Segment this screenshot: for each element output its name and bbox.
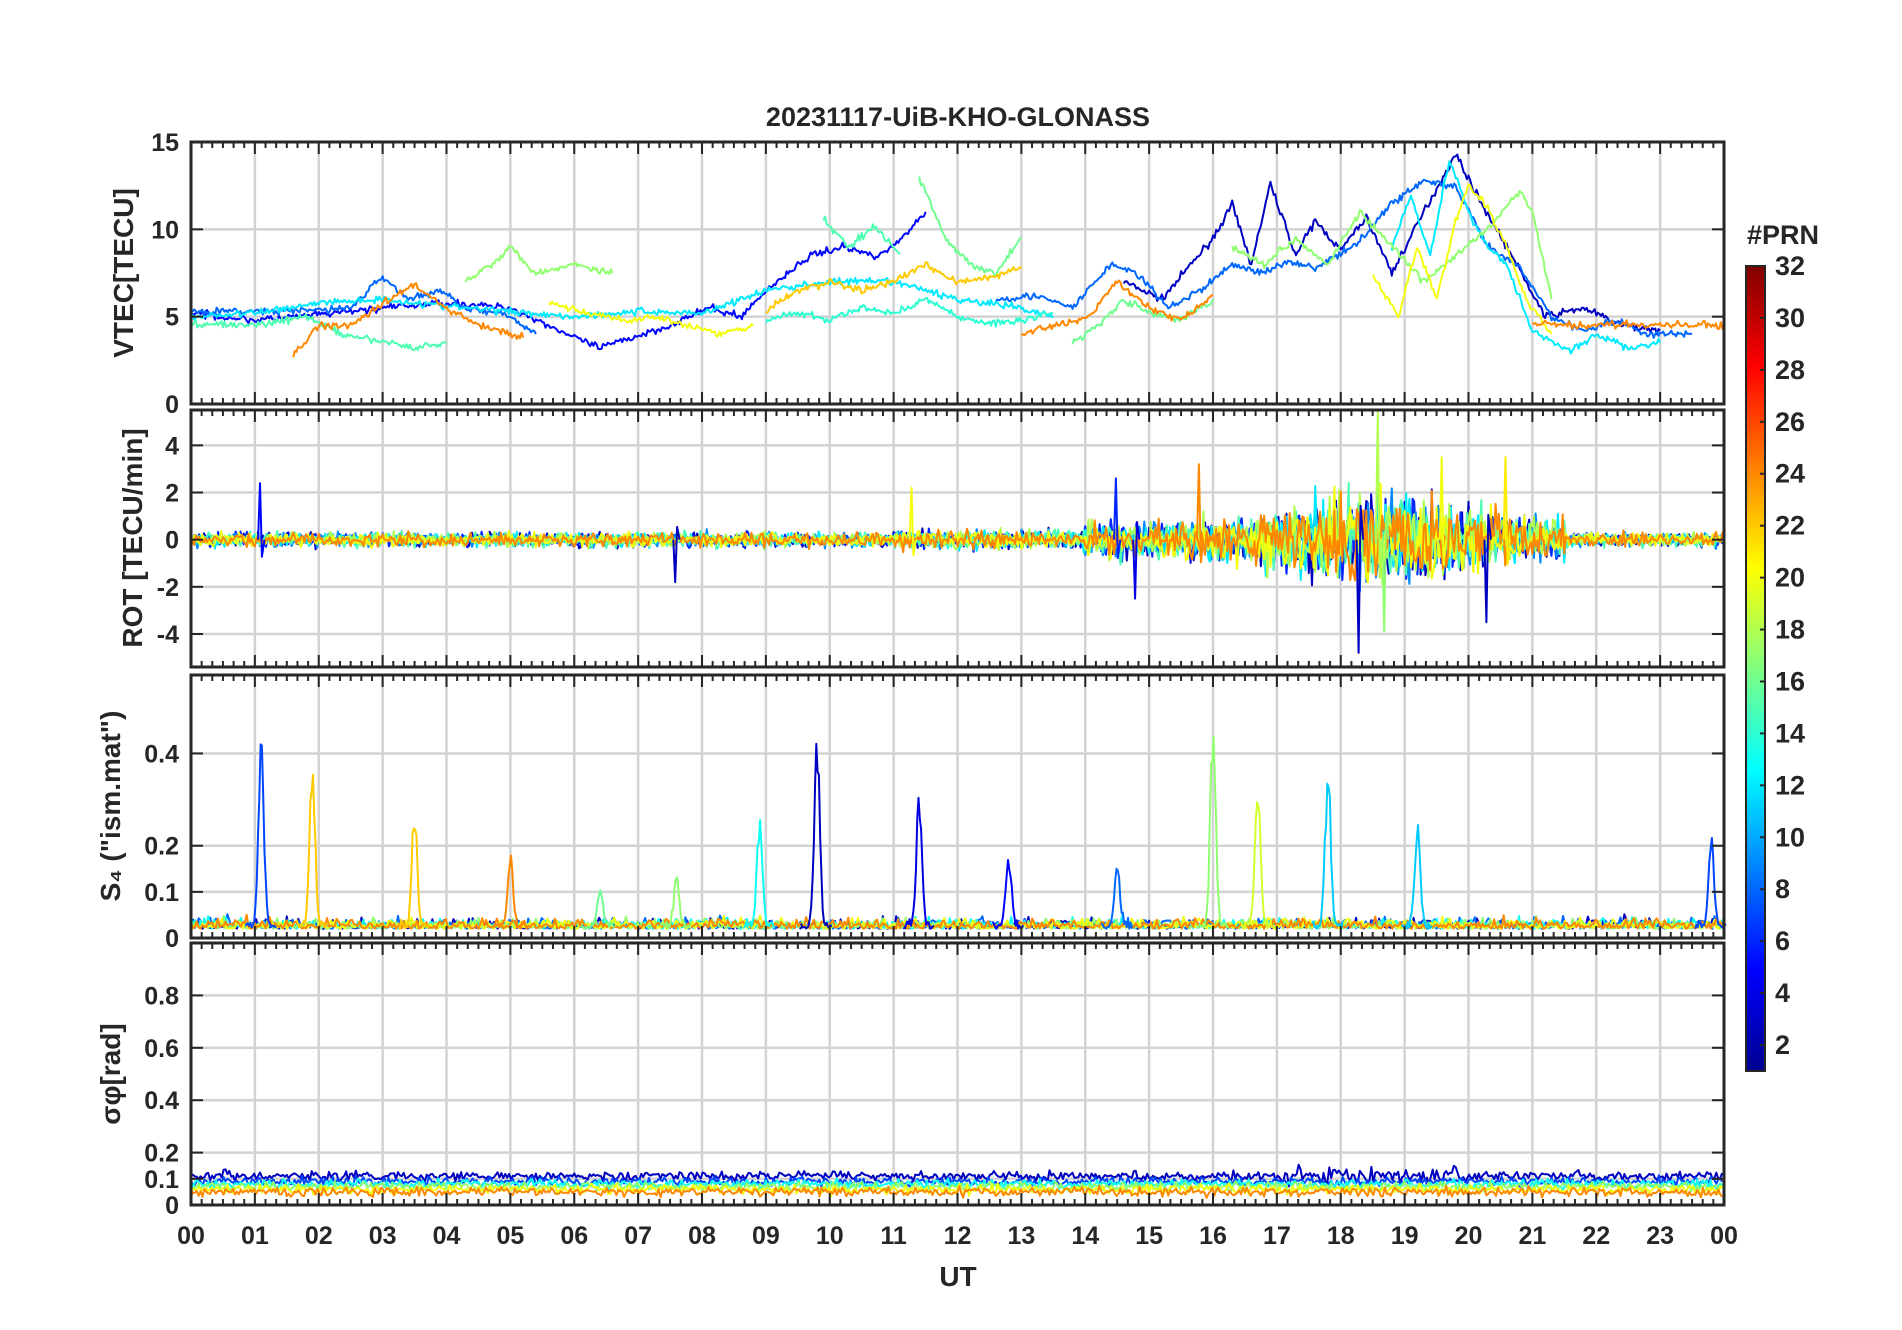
x-tick-label: 10 <box>816 1222 844 1250</box>
x-tick-label: 22 <box>1582 1222 1610 1250</box>
x-tick-label: 15 <box>1135 1222 1163 1250</box>
x-tick-label: 23 <box>1646 1222 1674 1250</box>
y-tick-label: 4 <box>165 432 179 460</box>
y-tick-label: -4 <box>157 621 179 649</box>
x-tick-label: 18 <box>1327 1222 1355 1250</box>
y-tick-label: -2 <box>157 574 179 602</box>
x-tick-label: 07 <box>624 1222 652 1250</box>
y-tick-label: 0 <box>165 391 179 419</box>
figure: 20231117-UiB-KHO-GLONASS 051015 VTEC[TEC… <box>0 0 1902 1330</box>
x-tick-label: 13 <box>1007 1222 1035 1250</box>
y-tick-label: 0.2 <box>144 833 179 861</box>
x-tick-label: 01 <box>241 1222 269 1250</box>
y-tick-label: 0.6 <box>144 1035 179 1063</box>
x-tick-label: 00 <box>1710 1222 1738 1250</box>
y-tick-label: 0 <box>165 925 179 953</box>
sigma-ylabel: σφ[rad] <box>95 1023 126 1124</box>
x-tick-label: 06 <box>560 1222 588 1250</box>
chart-title: 20231117-UiB-KHO-GLONASS <box>766 102 1150 132</box>
colorbar-tick-label: 24 <box>1775 459 1805 489</box>
x-tick-label: 14 <box>1071 1222 1099 1250</box>
colorbar-tick-label: 10 <box>1775 822 1805 852</box>
y-tick-label: 0.1 <box>144 1166 179 1194</box>
x-tick-label: 21 <box>1518 1222 1546 1250</box>
colorbar-tick-label: 20 <box>1775 563 1805 593</box>
y-tick-label: 0.2 <box>144 1140 179 1168</box>
colorbar-tick-label: 12 <box>1775 770 1805 800</box>
y-tick-label: 2 <box>165 480 179 508</box>
x-tick-label: 12 <box>944 1222 972 1250</box>
colorbar-tick-label: 8 <box>1775 874 1790 904</box>
colorbar-tick-label: 14 <box>1775 718 1805 748</box>
y-tick-label: 0.4 <box>144 740 179 768</box>
y-tick-label: 0 <box>165 527 179 555</box>
colorbar-tick-label: 6 <box>1775 926 1790 956</box>
y-tick-label: 10 <box>151 216 179 244</box>
x-tick-label: 08 <box>688 1222 716 1250</box>
colorbar-gradient <box>1745 265 1766 1072</box>
x-tick-label: 05 <box>496 1222 524 1250</box>
y-tick-label: 0.8 <box>144 982 179 1010</box>
x-axis-label: UT <box>939 1261 976 1292</box>
rot-ylabel: ROT [TECU/min] <box>117 428 148 647</box>
vtec-ylabel: VTEC[TECU] <box>108 188 139 358</box>
x-tick-label: 00 <box>177 1222 205 1250</box>
colorbar-tick-label: 4 <box>1775 978 1790 1008</box>
y-tick-label: 0 <box>165 1192 179 1220</box>
s4-ylabel: S₄ ("ism.mat") <box>95 711 126 902</box>
colorbar-tick-label: 22 <box>1775 511 1805 541</box>
colorbar-tick-label: 18 <box>1775 615 1805 645</box>
colorbar-title: #PRN <box>1747 220 1819 250</box>
y-tick-label: 15 <box>151 129 179 157</box>
x-tick-label: 16 <box>1199 1222 1227 1250</box>
colorbar-tick-label: 30 <box>1775 303 1805 333</box>
y-tick-label: 0.4 <box>144 1087 179 1115</box>
x-tick-label: 19 <box>1391 1222 1419 1250</box>
y-tick-label: 5 <box>165 304 179 332</box>
colorbar-tick-label: 28 <box>1775 355 1805 385</box>
colorbar-tick-label: 2 <box>1775 1030 1790 1060</box>
x-tick-label: 03 <box>369 1222 397 1250</box>
x-tick-label: 04 <box>433 1222 461 1250</box>
x-tick-label: 02 <box>305 1222 333 1250</box>
x-tick-label: 09 <box>752 1222 780 1250</box>
x-tick-label: 17 <box>1263 1222 1291 1250</box>
colorbar-tick-label: 26 <box>1775 407 1805 437</box>
colorbar-tick-label: 16 <box>1775 666 1805 696</box>
colorbar-tick-label: 32 <box>1775 251 1805 281</box>
x-tick-label: 11 <box>880 1222 907 1250</box>
x-tick-label: 20 <box>1455 1222 1483 1250</box>
y-tick-label: 0.1 <box>144 879 179 907</box>
